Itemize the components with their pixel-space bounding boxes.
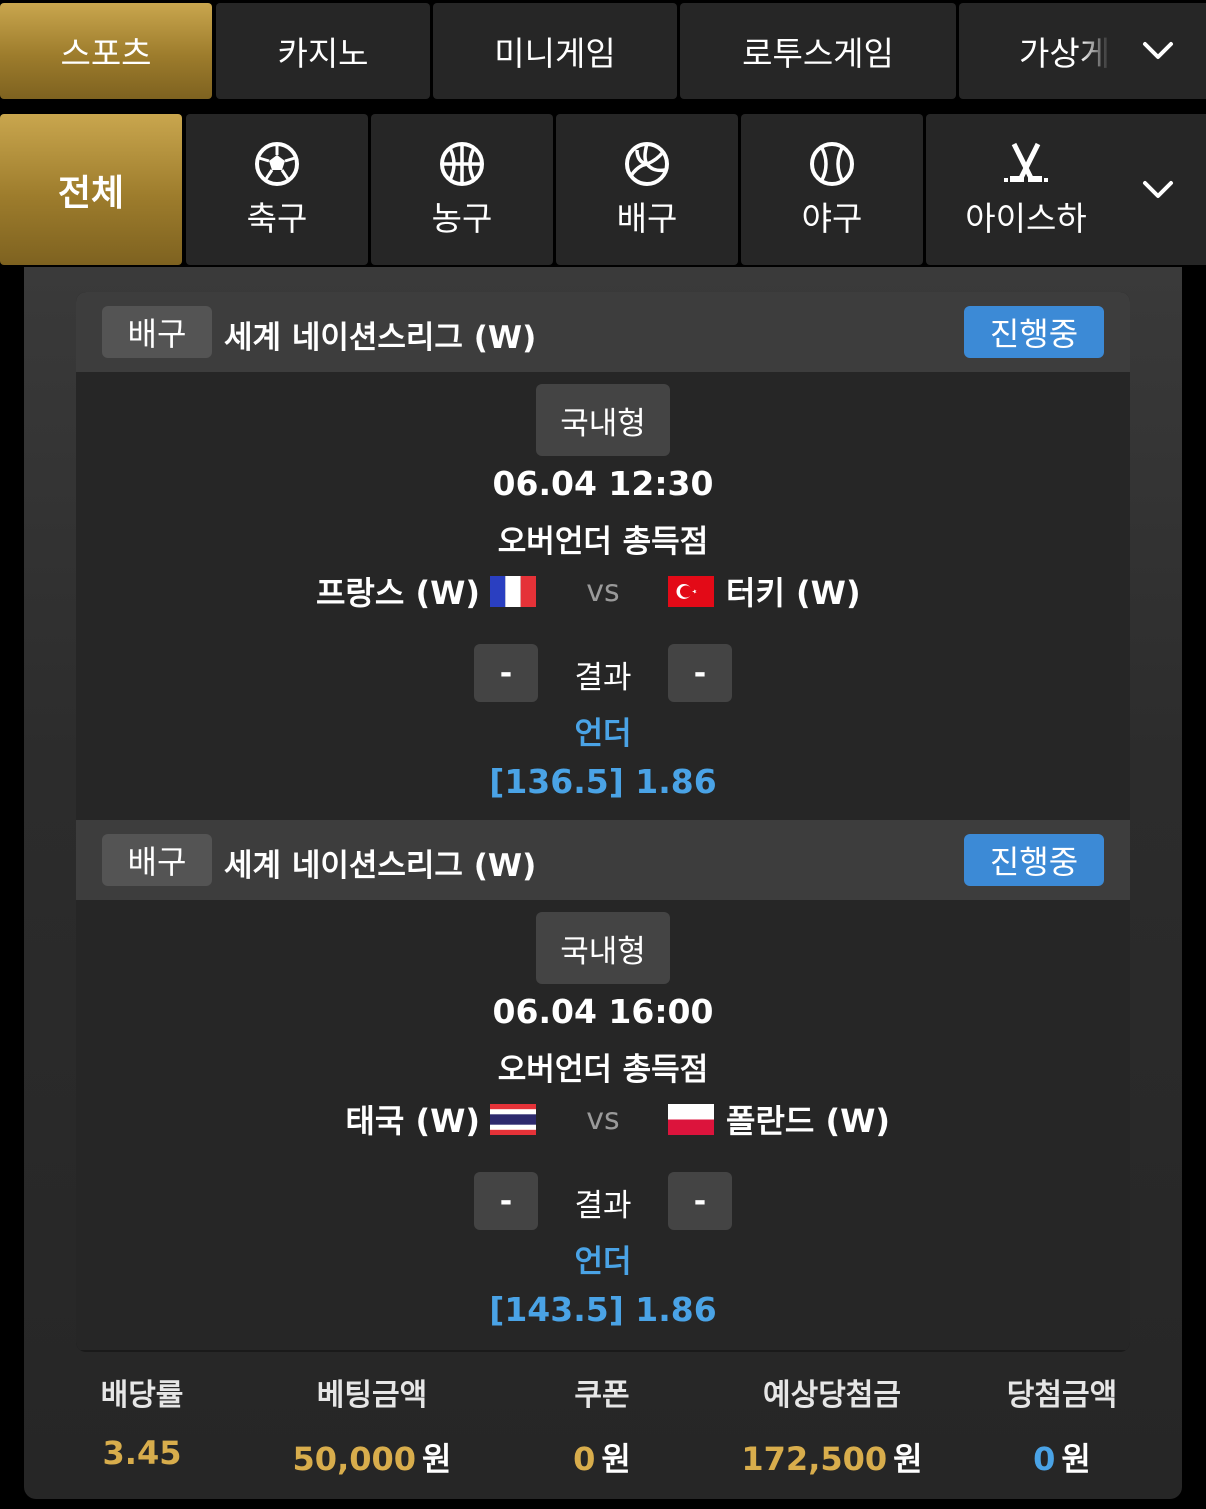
summary-label: 예상당첨금 (763, 1378, 901, 1413)
soccer-ball-icon (255, 141, 299, 186)
summary-win-value: 0 (1033, 1440, 1056, 1478)
bet-type-badge: 국내형 (536, 912, 670, 984)
match-time: 06.04 12:30 (492, 464, 714, 503)
summary-win-amount: 당첨금액 0원 (947, 1360, 1177, 1480)
bet-type-badge: 국내형 (536, 384, 670, 456)
sport-tab-label: 배구 (616, 198, 678, 238)
league-name: 세계 네이션스리그 (W) (224, 848, 537, 884)
away-score: - (668, 644, 732, 702)
tab-lotus-game[interactable]: 로투스게임 (680, 3, 956, 99)
sport-tab-label: 농구 (431, 198, 493, 238)
sport-badge: 배구 (102, 834, 212, 886)
top-nav-more-button[interactable] (1080, 3, 1206, 99)
summary-bet-amount: 베팅금액 50,000 원 (257, 1360, 487, 1480)
away-score: - (668, 1172, 732, 1230)
summary-coupon: 쿠폰 0원 (487, 1360, 717, 1480)
selected-pick: 언더 (574, 1244, 632, 1280)
league-name: 세계 네이션스리그 (W) (224, 320, 537, 356)
vs-label: vs (586, 1102, 620, 1137)
match-card[interactable]: 배구 세계 네이션스리그 (W) 진행중 국내형 06.04 12:30 오버언… (76, 292, 1130, 822)
summary-expected-value: 172,500 (741, 1440, 888, 1478)
summary-label: 베팅금액 (316, 1378, 428, 1413)
sport-nav-more-button[interactable] (1090, 114, 1206, 265)
turkey-flag-icon (668, 576, 714, 607)
tab-casino[interactable]: 카지노 (216, 3, 430, 99)
currency-unit: 원 (1061, 1440, 1091, 1478)
chevron-down-icon (1143, 180, 1173, 198)
currency-unit: 원 (893, 1440, 923, 1478)
currency-unit: 원 (601, 1440, 631, 1478)
market-name: 오버언더 총득점 (497, 1052, 709, 1088)
bet-summary: 배당률 3.45 베팅금액 50,000 원 쿠폰 0원 예상당첨금 172,50… (24, 1360, 1182, 1480)
result-label: 결과 (574, 660, 632, 696)
match-list: 배구 세계 네이션스리그 (W) 진행중 국내형 06.04 12:30 오버언… (76, 292, 1130, 1352)
match-time: 06.04 16:00 (492, 992, 714, 1031)
sport-tab-label: 야구 (801, 198, 863, 238)
thailand-flag-icon (490, 1104, 536, 1135)
match-body: 국내형 06.04 16:00 오버언더 총득점 태국 (W) vs 폴란드 (… (76, 900, 1130, 1350)
tab-minigame[interactable]: 미니게임 (433, 3, 677, 99)
market-name: 오버언더 총득점 (497, 524, 709, 560)
currency-unit: 원 (422, 1440, 452, 1478)
basketball-icon (440, 141, 484, 186)
baseball-icon (810, 141, 854, 186)
sport-badge: 배구 (102, 306, 212, 358)
sport-nav: 전체 축구 농구 배구 야구 아이스하 (0, 112, 1206, 267)
sport-tab-label: 전체 (57, 172, 125, 214)
home-team: 프랑스 (W) (315, 574, 480, 612)
hockey-sticks-icon (1004, 142, 1048, 182)
poland-flag-icon (668, 1104, 714, 1135)
home-team: 태국 (W) (345, 1102, 480, 1140)
sport-tab-baseball[interactable]: 야구 (741, 114, 923, 265)
match-card[interactable]: 배구 세계 네이션스리그 (W) 진행중 국내형 06.04 16:00 오버언… (76, 820, 1130, 1352)
summary-label: 쿠폰 (574, 1378, 630, 1413)
pick-odds: [136.5] 1.86 (489, 762, 717, 801)
match-header: 배구 세계 네이션스리그 (W) 진행중 (76, 820, 1130, 900)
summary-bet-value: 50,000 (292, 1440, 417, 1478)
pick-odds: [143.5] 1.86 (489, 1290, 717, 1329)
status-badge: 진행중 (964, 306, 1104, 358)
sport-tab-all[interactable]: 전체 (0, 114, 182, 265)
top-nav: 스포츠 카지노 미니게임 로투스게임 가상게 (0, 0, 1206, 100)
result-label: 결과 (574, 1188, 632, 1224)
sport-tab-soccer[interactable]: 축구 (186, 114, 368, 265)
status-badge: 진행중 (964, 834, 1104, 886)
tab-sports[interactable]: 스포츠 (0, 3, 212, 99)
summary-odds: 배당률 3.45 (27, 1360, 257, 1472)
match-header: 배구 세계 네이션스리그 (W) 진행중 (76, 292, 1130, 372)
summary-label: 배당률 (100, 1378, 184, 1413)
chevron-down-icon (1143, 42, 1173, 59)
bet-slip-panel: 배구 세계 네이션스리그 (W) 진행중 국내형 06.04 12:30 오버언… (24, 267, 1182, 1499)
summary-label: 당첨금액 (1006, 1378, 1118, 1413)
away-team: 폴란드 (W) (726, 1102, 891, 1140)
sport-tab-volleyball[interactable]: 배구 (556, 114, 738, 265)
france-flag-icon (490, 576, 536, 607)
sport-tab-basketball[interactable]: 농구 (371, 114, 553, 265)
volleyball-icon (625, 141, 669, 186)
sport-tab-label: 아이스하 (965, 198, 1087, 238)
summary-odds-value: 3.45 (102, 1434, 182, 1472)
match-body: 국내형 06.04 12:30 오버언더 총득점 프랑스 (W) vs 터키 (… (76, 372, 1130, 822)
summary-coupon-value: 0 (573, 1440, 596, 1478)
home-score: - (474, 644, 538, 702)
away-team: 터키 (W) (726, 574, 861, 612)
home-score: - (474, 1172, 538, 1230)
sport-tab-label: 축구 (246, 198, 308, 238)
summary-expected-win: 예상당첨금 172,500 원 (717, 1360, 947, 1480)
vs-label: vs (586, 574, 620, 609)
selected-pick: 언더 (574, 716, 632, 752)
